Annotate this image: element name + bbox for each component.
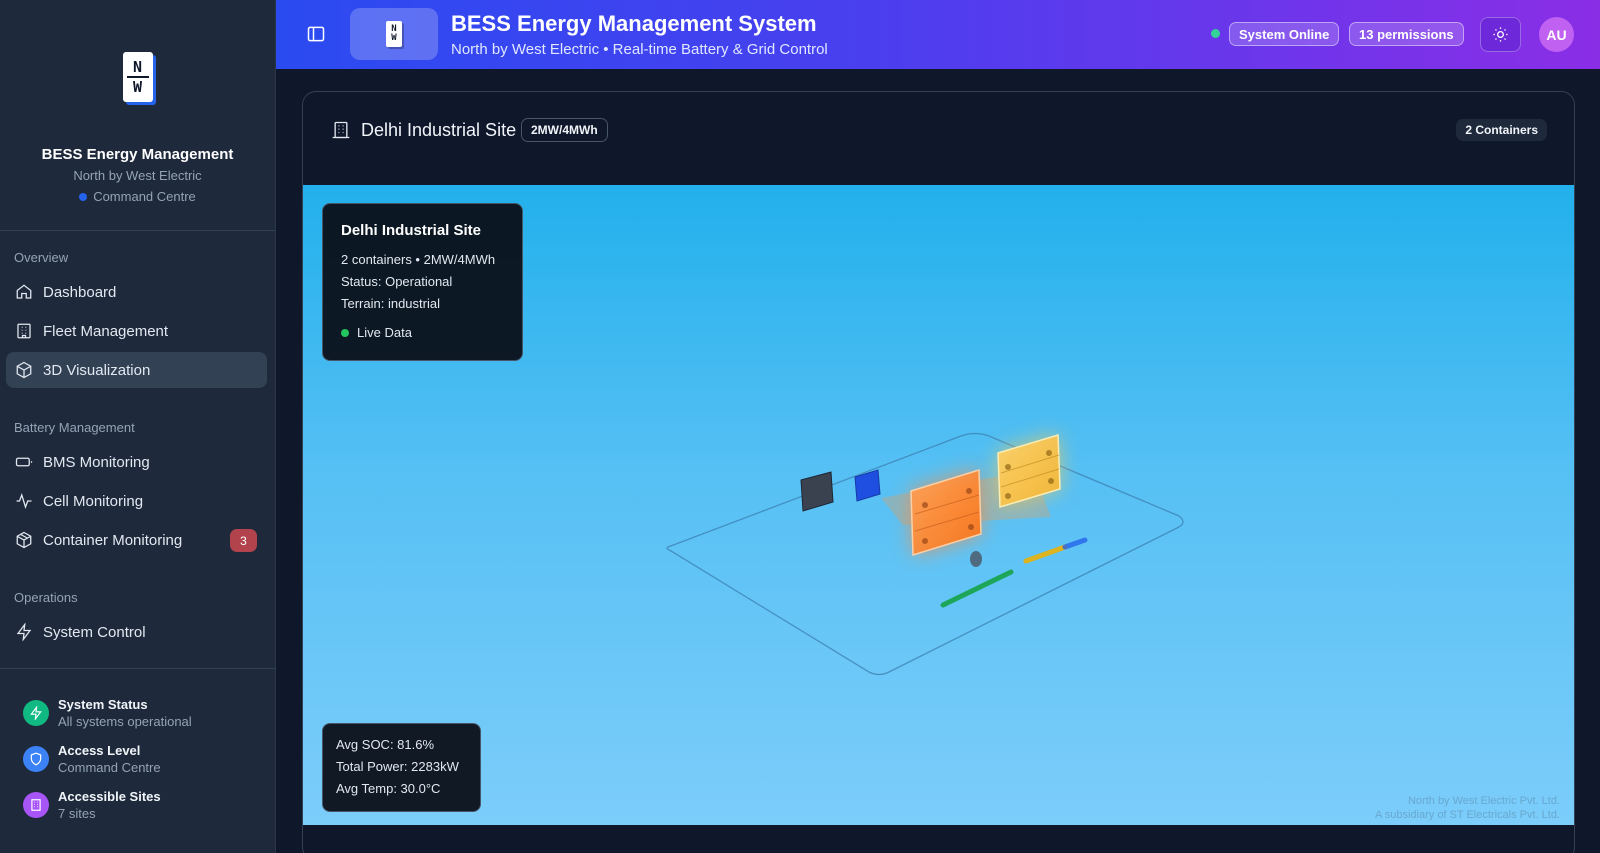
activity-icon	[16, 493, 32, 509]
sidebar-item-label: BMS Monitoring	[43, 453, 150, 471]
sidebar-item-label: System Control	[43, 623, 146, 641]
building-icon	[332, 121, 350, 139]
site-visualization-card: Delhi Industrial Site 2MW/4MWh 2 Contain…	[302, 91, 1575, 853]
sidebar-item-cell-monitoring[interactable]: Cell Monitoring	[6, 483, 267, 519]
access-level-info: Access Level Command Centre	[0, 743, 276, 775]
avg-temp: Avg Temp: 30.0°C	[336, 781, 441, 796]
accessible-sites-value: 7 sites	[58, 806, 96, 821]
dc-cable	[1023, 544, 1068, 564]
status-dot	[79, 192, 88, 201]
brand-block: N W BESS Energy Management North by West…	[0, 0, 275, 231]
sidebar-item-label: 3D Visualization	[43, 361, 151, 379]
sidebar-item-label: Container Monitoring	[43, 531, 183, 549]
inverter-unit	[800, 471, 834, 512]
sidebar-item-label: Cell Monitoring	[43, 492, 144, 510]
building-icon	[17, 323, 31, 339]
zap-icon	[16, 623, 32, 641]
overlay-terrain: Terrain: industrial	[341, 296, 440, 311]
meter-unit	[970, 551, 982, 567]
sidebar: N W BESS Energy Management North by West…	[0, 0, 276, 853]
sidebar-item-fleet-management[interactable]: Fleet Management	[6, 313, 267, 349]
live-data-label: Live Data	[357, 325, 412, 340]
page-title: BESS Energy Management System	[451, 11, 817, 36]
sidebar-item-dashboard[interactable]: Dashboard	[6, 274, 267, 310]
company-logo: N W	[122, 52, 153, 102]
overlay-site-title: Delhi Industrial Site	[341, 222, 482, 239]
company-watermark: North by West Electric Pvt. Ltd. A subsi…	[1375, 794, 1560, 822]
nav-section-operations: Operations	[14, 590, 78, 605]
sidebar-item-container-monitoring[interactable]: Container Monitoring 3	[6, 522, 267, 558]
online-indicator-dot	[1211, 29, 1220, 38]
system-status-value: All systems operational	[58, 714, 192, 729]
battery-icon	[15, 457, 33, 467]
containers-count-badge: 2 Containers	[1456, 119, 1547, 141]
site-name: Delhi Industrial Site	[361, 120, 517, 140]
user-avatar[interactable]: AU	[1539, 17, 1574, 52]
overlay-status: Status: Operational	[341, 274, 453, 289]
brand-tag: Command Centre	[79, 189, 196, 204]
logo-letter-w: W	[132, 78, 143, 96]
permissions-badge[interactable]: 13 permissions	[1349, 22, 1464, 46]
avg-soc: Avg SOC: 81.6%	[336, 737, 435, 752]
sidebar-item-system-control[interactable]: System Control	[6, 614, 267, 650]
accessible-sites-info: Accessible Sites 7 sites	[0, 789, 276, 821]
overlay-containers-capacity: 2 containers • 2MW/4MWh	[341, 252, 496, 267]
watermark-line-1: North by West Electric Pvt. Ltd.	[1407, 795, 1560, 807]
sidebar-item-label: Dashboard	[43, 283, 117, 301]
theme-toggle-button[interactable]	[1480, 17, 1521, 52]
site-ground-plane	[666, 432, 1184, 676]
3d-scene-viewport[interactable]: Delhi Industrial Site 2 containers • 2MW…	[303, 185, 1574, 825]
site-stats-overlay: Avg SOC: 81.6% Total Power: 2283kW Avg T…	[322, 723, 481, 812]
watermark-line-2: A subsidiary of ST Electricals Pvt. Ltd.	[1374, 809, 1560, 821]
site-info-overlay: Delhi Industrial Site 2 containers • 2MW…	[322, 203, 523, 361]
nav-section-overview: Overview	[14, 250, 69, 265]
header-logo-letter-w: W	[391, 33, 397, 43]
system-online-badge: System Online	[1229, 22, 1340, 46]
sun-icon	[1493, 27, 1508, 42]
building-icon	[23, 792, 49, 818]
system-status-title: System Status	[58, 697, 148, 712]
alert-count-badge: 3	[230, 529, 257, 552]
logo-letter-n: N	[132, 58, 143, 76]
home-icon	[16, 284, 32, 299]
zap-icon	[23, 700, 49, 726]
shield-icon	[23, 746, 49, 772]
sidebar-item-bms-monitoring[interactable]: BMS Monitoring	[6, 444, 267, 480]
package-icon	[16, 531, 32, 549]
sidebar-item-3d-visualization[interactable]: 3D Visualization	[6, 352, 267, 388]
sidebar-toggle-button[interactable]	[306, 24, 326, 44]
capacity-badge: 2MW/4MWh	[521, 118, 608, 142]
card-header: Delhi Industrial Site 2MW/4MWh 2 Contain…	[303, 92, 1574, 185]
live-data-indicator: Live Data	[341, 325, 504, 340]
sidebar-footer: System Status All systems operational Ac…	[0, 668, 276, 835]
header-logo: N W	[350, 8, 438, 60]
system-status-info: System Status All systems operational	[0, 697, 276, 729]
access-level-title: Access Level	[58, 743, 141, 758]
accessible-sites-title: Accessible Sites	[58, 789, 161, 804]
brand-subtitle: North by West Electric	[73, 168, 202, 183]
top-header: N W BESS Energy Management System North …	[276, 0, 1600, 69]
total-power: Total Power: 2283kW	[336, 759, 459, 774]
grid-cable	[940, 569, 1014, 608]
panel-left-icon	[307, 26, 325, 42]
page-subtitle: North by West Electric • Real-time Batte…	[451, 41, 828, 58]
brand-tag-label: Command Centre	[93, 189, 196, 204]
brand-title: BESS Energy Management	[41, 146, 234, 163]
cube-icon	[16, 361, 32, 379]
sidebar-item-label: Fleet Management	[43, 322, 169, 340]
access-level-value: Command Centre	[58, 760, 161, 775]
nav-section-battery: Battery Management	[14, 420, 135, 435]
live-dot	[341, 328, 349, 337]
